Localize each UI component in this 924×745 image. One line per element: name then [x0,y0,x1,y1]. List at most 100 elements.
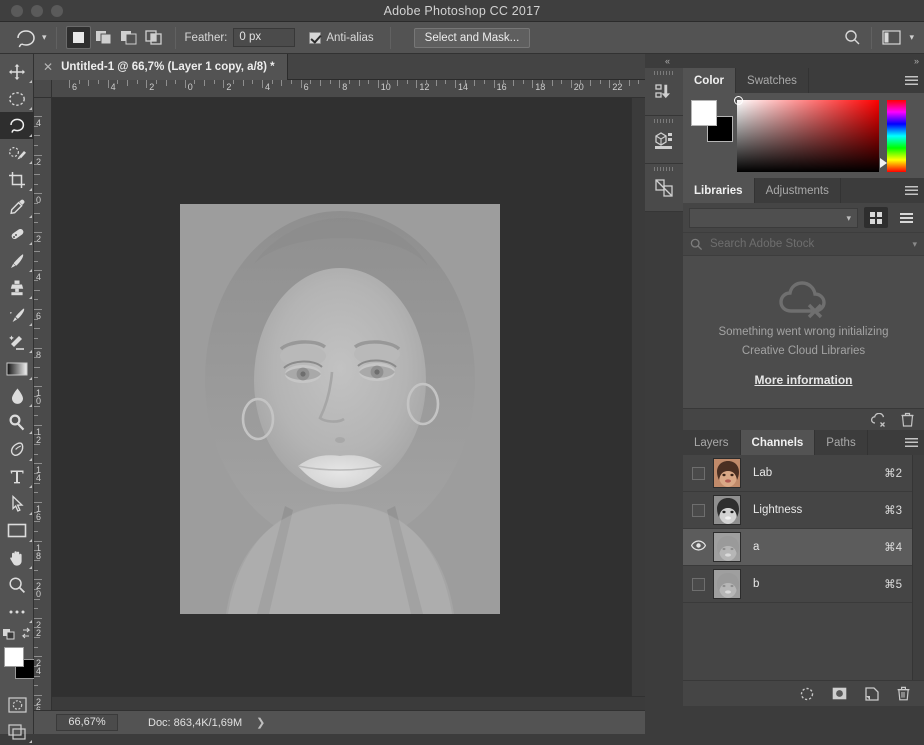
channel-visibility-toggle[interactable] [683,503,713,517]
selection-mode-group[interactable] [65,26,166,49]
hue-slider[interactable] [880,100,906,172]
eyedropper-tool[interactable] [0,193,34,220]
blur-tool[interactable] [0,382,34,409]
dodge-tool[interactable] [0,409,34,436]
delete-icon[interactable] [901,412,914,427]
channel-visibility-toggle[interactable] [683,577,713,591]
foreground-background-colors[interactable] [0,645,35,685]
chevron-down-icon[interactable]: ▾ [912,239,917,250]
vertical-ruler[interactable]: 4202468101214161820222426 [34,98,52,710]
new-channel-icon[interactable] [865,686,879,701]
hand-tool[interactable] [0,544,34,571]
channel-row[interactable]: Lightness ⌘3 [683,492,924,529]
rectangle-tool[interactable] [0,517,34,544]
delete-channel-icon[interactable] [897,686,910,701]
chevron-down-icon[interactable]: ▾ [42,32,47,43]
search-icon[interactable] [844,29,861,46]
tab-libraries[interactable]: Libraries [683,178,755,203]
tab-layers[interactable]: Layers [683,430,741,455]
zoom-tool[interactable] [0,571,34,598]
load-channel-as-selection-icon[interactable] [800,687,814,701]
new-selection-icon[interactable] [65,26,91,49]
more-information-link[interactable]: More information [755,373,853,387]
list-view-icon[interactable] [894,207,918,228]
zoom-level-input[interactable]: 66,67% [56,714,118,731]
close-icon[interactable]: ✕ [43,60,53,74]
ruler-minor-tick [34,588,38,590]
tab-paths[interactable]: Paths [815,430,868,455]
clone-stamp-tool[interactable] [0,274,34,301]
brush-tool[interactable] [0,247,34,274]
channel-visibility-toggle[interactable] [683,540,713,554]
select-and-mask-button[interactable]: Select and Mask... [413,27,531,48]
gradient-tool[interactable] [0,355,34,382]
canvas-area[interactable] [52,98,645,710]
tab-channels[interactable]: Channels [740,430,816,455]
type-tool[interactable] [0,463,34,490]
eye-off-icon[interactable] [691,503,705,517]
panel-menu-icon[interactable] [898,178,924,203]
more-tools-button[interactable] [0,598,34,625]
horizontal-ruler[interactable]: 6 4 2 0 2 4 6 8 10 12 14 16 18 20 22 [52,80,645,98]
move-tool[interactable] [0,58,34,85]
quick-selection-tool[interactable] [0,139,34,166]
collapse-left-icon[interactable]: « [665,56,670,66]
grid-view-icon[interactable] [864,207,888,228]
tab-adjustments[interactable]: Adjustments [754,178,841,203]
checkbox-icon[interactable] [309,31,322,44]
intersect-selection-icon[interactable] [141,26,166,49]
canvas-horizontal-scrollbar[interactable] [52,696,645,710]
eraser-tool[interactable] [0,328,34,355]
foreground-color-swatch[interactable] [691,100,717,126]
ruler-minor-tick [34,530,38,532]
chevron-right-icon[interactable]: ❯ [256,716,265,729]
color-panel-swatches[interactable] [691,100,733,142]
channel-row[interactable]: b ⌘5 [683,566,924,603]
color-picker-field[interactable] [734,96,879,172]
screen-mode-button[interactable] [0,718,34,745]
path-selection-tool[interactable] [0,490,34,517]
sync-error-icon[interactable] [870,412,887,427]
history-panel-icon[interactable] [645,68,683,116]
ruler-label: 12 [419,82,430,92]
workspace-icon[interactable] [882,30,902,45]
eye-off-icon[interactable] [691,466,705,480]
ruler-minor-tick [426,80,428,84]
tab-color[interactable]: Color [683,68,737,93]
panel-menu-icon[interactable] [898,68,924,93]
subtract-selection-icon[interactable] [116,26,141,49]
eye-off-icon[interactable] [691,577,705,591]
image-canvas[interactable] [180,204,500,614]
feather-input[interactable]: 0 px [233,28,296,47]
channel-row[interactable]: a ⌘4 [683,529,924,566]
chevron-down-icon[interactable]: ▾ [909,32,914,43]
active-tool-preset[interactable]: ▾ [0,26,47,50]
library-select[interactable]: ▾ [689,207,858,228]
eye-icon[interactable] [690,540,706,554]
add-selection-icon[interactable] [91,26,116,49]
pen-tool[interactable] [0,436,34,463]
antialias-checkbox[interactable]: Anti-alias [309,31,374,44]
foreground-color-swatch[interactable] [4,647,24,667]
document-tab[interactable]: ✕ Untitled-1 @ 66,7% (Layer 1 copy, a/8)… [34,54,288,80]
healing-brush-tool[interactable] [0,220,34,247]
panel-menu-icon[interactable] [898,430,924,455]
lasso-tool[interactable] [0,112,34,139]
ruler-minor-tick [348,80,350,84]
channel-row[interactable]: Lab ⌘2 [683,455,924,492]
3d-panel-icon[interactable] [645,116,683,164]
canvas-vertical-scrollbar[interactable] [631,98,645,710]
history-brush-tool[interactable] [0,301,34,328]
marquee-tool[interactable] [0,85,34,112]
quick-mask-button[interactable] [0,691,34,718]
channels-scrollbar[interactable] [912,455,924,680]
save-selection-as-channel-icon[interactable] [832,687,847,700]
crop-tool[interactable] [0,166,34,193]
expand-right-icon[interactable]: » [914,56,919,66]
ruler-minor-tick [445,80,447,84]
layer-comps-panel-icon[interactable] [645,164,683,212]
tab-swatches[interactable]: Swatches [736,68,809,93]
ruler-label: 10 [36,388,42,407]
channel-visibility-toggle[interactable] [683,466,713,480]
stock-search-row[interactable]: Search Adobe Stock ▾ [683,232,924,256]
